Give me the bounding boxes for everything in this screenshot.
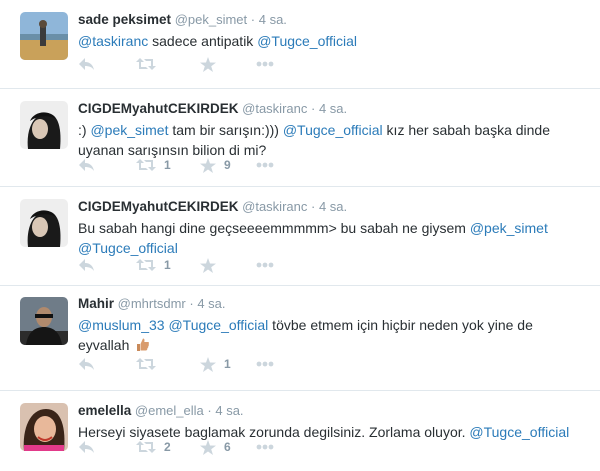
tweet-item[interactable]: sade peksimet @pek_simet · 4 sa. @taskir… (0, 0, 600, 89)
tweet-timestamp[interactable]: 4 sa. (215, 403, 243, 418)
mention-link[interactable]: @Tugce_official (78, 240, 178, 256)
tweet-username[interactable]: @taskiranc (242, 199, 307, 214)
mention-link[interactable]: @pek_simet (90, 122, 168, 138)
reply-button[interactable] (78, 158, 136, 172)
tweet-timestamp[interactable]: 4 sa. (319, 101, 347, 116)
tweet-author-name[interactable]: CIGDEMyahutCEKIRDEK (78, 199, 239, 214)
tweet-text: @taskiranc sadece antipatik @Tugce_offic… (78, 31, 580, 51)
avatar[interactable] (20, 403, 68, 451)
meta-separator: · (207, 403, 212, 418)
tweet-author-name[interactable]: Mahir (78, 296, 114, 311)
retweet-button[interactable] (136, 357, 200, 371)
retweet-button[interactable]: 1 (136, 158, 200, 172)
favorite-count: 1 (224, 357, 231, 371)
mention-link[interactable]: @Tugce_official (469, 424, 569, 440)
reply-icon (79, 159, 94, 171)
tweet-item[interactable]: Mahir @mhrtsdmr · 4 sa. @muslum_33 @Tugc… (0, 286, 600, 391)
avatar[interactable] (20, 199, 68, 247)
more-button[interactable] (256, 262, 274, 268)
mention-link[interactable]: @Tugce_official (168, 317, 268, 333)
tweet-timestamp[interactable]: 4 sa. (197, 296, 225, 311)
reply-button[interactable] (78, 440, 136, 454)
more-button[interactable] (256, 361, 274, 367)
reply-icon (79, 358, 94, 370)
reply-button[interactable] (78, 357, 136, 371)
tweet-item[interactable]: CIGDEMyahutCEKIRDEK @taskiranc · 4 sa. :… (0, 89, 600, 187)
tweet-username[interactable]: @emel_ella (135, 403, 204, 418)
retweet-icon (136, 159, 156, 171)
retweet-count: 2 (164, 440, 171, 454)
mention-link[interactable]: @muslum_33 (78, 317, 165, 333)
thumbs-up-icon (137, 338, 150, 351)
tweet-text: Bu sabah hangi dine geçseeeemmmmm> bu sa… (78, 218, 580, 258)
favorite-button[interactable]: 1 (200, 356, 256, 372)
mention-link[interactable]: @Tugce_official (283, 122, 383, 138)
mention-link[interactable]: @taskiranc (78, 33, 148, 49)
reply-icon (79, 441, 94, 453)
meta-separator: · (310, 199, 316, 214)
mention-link[interactable]: @Tugce_official (257, 33, 357, 49)
favorite-button[interactable]: 9 (200, 157, 256, 173)
star-icon (200, 257, 216, 273)
star-icon (200, 157, 216, 173)
star-icon (200, 439, 216, 455)
reply-icon (79, 259, 94, 271)
star-icon (200, 56, 216, 72)
retweet-count: 1 (164, 258, 171, 272)
meta-separator: · (310, 101, 316, 116)
more-dots-icon (256, 262, 274, 268)
retweet-icon (136, 358, 156, 370)
tweet-item[interactable]: emelella @emel_ella · 4 sa. Herseyi siya… (0, 391, 600, 471)
tweet-timeline: sade peksimet @pek_simet · 4 sa. @taskir… (0, 0, 600, 471)
tweet-text: @muslum_33 @Tugce_official tövbe etmem i… (78, 315, 580, 355)
more-dots-icon (256, 361, 274, 367)
avatar[interactable] (20, 101, 68, 149)
avatar[interactable] (20, 297, 68, 345)
favorite-count: 6 (224, 440, 231, 454)
tweet-text-segment: :) (78, 122, 91, 138)
tweet-author-name[interactable]: sade peksimet (78, 12, 171, 27)
favorite-button[interactable] (200, 257, 256, 273)
favorite-button[interactable]: 6 (200, 439, 256, 455)
retweet-icon (136, 259, 156, 271)
tweet-text-segment: sadece antipatik (148, 33, 258, 49)
retweet-button[interactable]: 2 (136, 440, 200, 454)
star-icon (200, 356, 216, 372)
retweet-icon (136, 58, 156, 70)
tweet-author-name[interactable]: emelella (78, 403, 131, 418)
tweet-username[interactable]: @pek_simet (175, 12, 247, 27)
meta-separator: · (189, 296, 194, 311)
tweet-timestamp[interactable]: 4 sa. (259, 12, 287, 27)
retweet-button[interactable] (136, 57, 200, 71)
more-button[interactable] (256, 444, 274, 450)
mention-link[interactable]: @pek_simet (470, 220, 548, 236)
favorite-count: 9 (224, 158, 231, 172)
tweet-text-segment: Bu sabah hangi dine geçseeeemmmmm> bu sa… (78, 220, 470, 236)
reply-button[interactable] (78, 57, 136, 71)
tweet-timestamp[interactable]: 4 sa. (319, 199, 347, 214)
retweet-icon (136, 441, 156, 453)
retweet-button[interactable]: 1 (136, 258, 200, 272)
retweet-count: 1 (164, 158, 171, 172)
reply-icon (79, 58, 94, 70)
more-dots-icon (256, 61, 274, 67)
tweet-author-name[interactable]: CIGDEMyahutCEKIRDEK (78, 101, 239, 116)
tweet-item[interactable]: CIGDEMyahutCEKIRDEK @taskiranc · 4 sa. B… (0, 187, 600, 286)
meta-separator: · (250, 12, 256, 27)
more-dots-icon (256, 444, 274, 450)
more-button[interactable] (256, 162, 274, 168)
reply-button[interactable] (78, 258, 136, 272)
tweet-text-segment: tam bir sarışın:))) (168, 122, 283, 138)
favorite-button[interactable] (200, 56, 256, 72)
more-button[interactable] (256, 61, 274, 67)
more-dots-icon (256, 162, 274, 168)
tweet-username[interactable]: @mhrtsdmr (118, 296, 186, 311)
avatar[interactable] (20, 12, 68, 60)
tweet-username[interactable]: @taskiranc (242, 101, 307, 116)
tweet-text: :) @pek_simet tam bir sarışın:))) @Tugce… (78, 120, 580, 160)
